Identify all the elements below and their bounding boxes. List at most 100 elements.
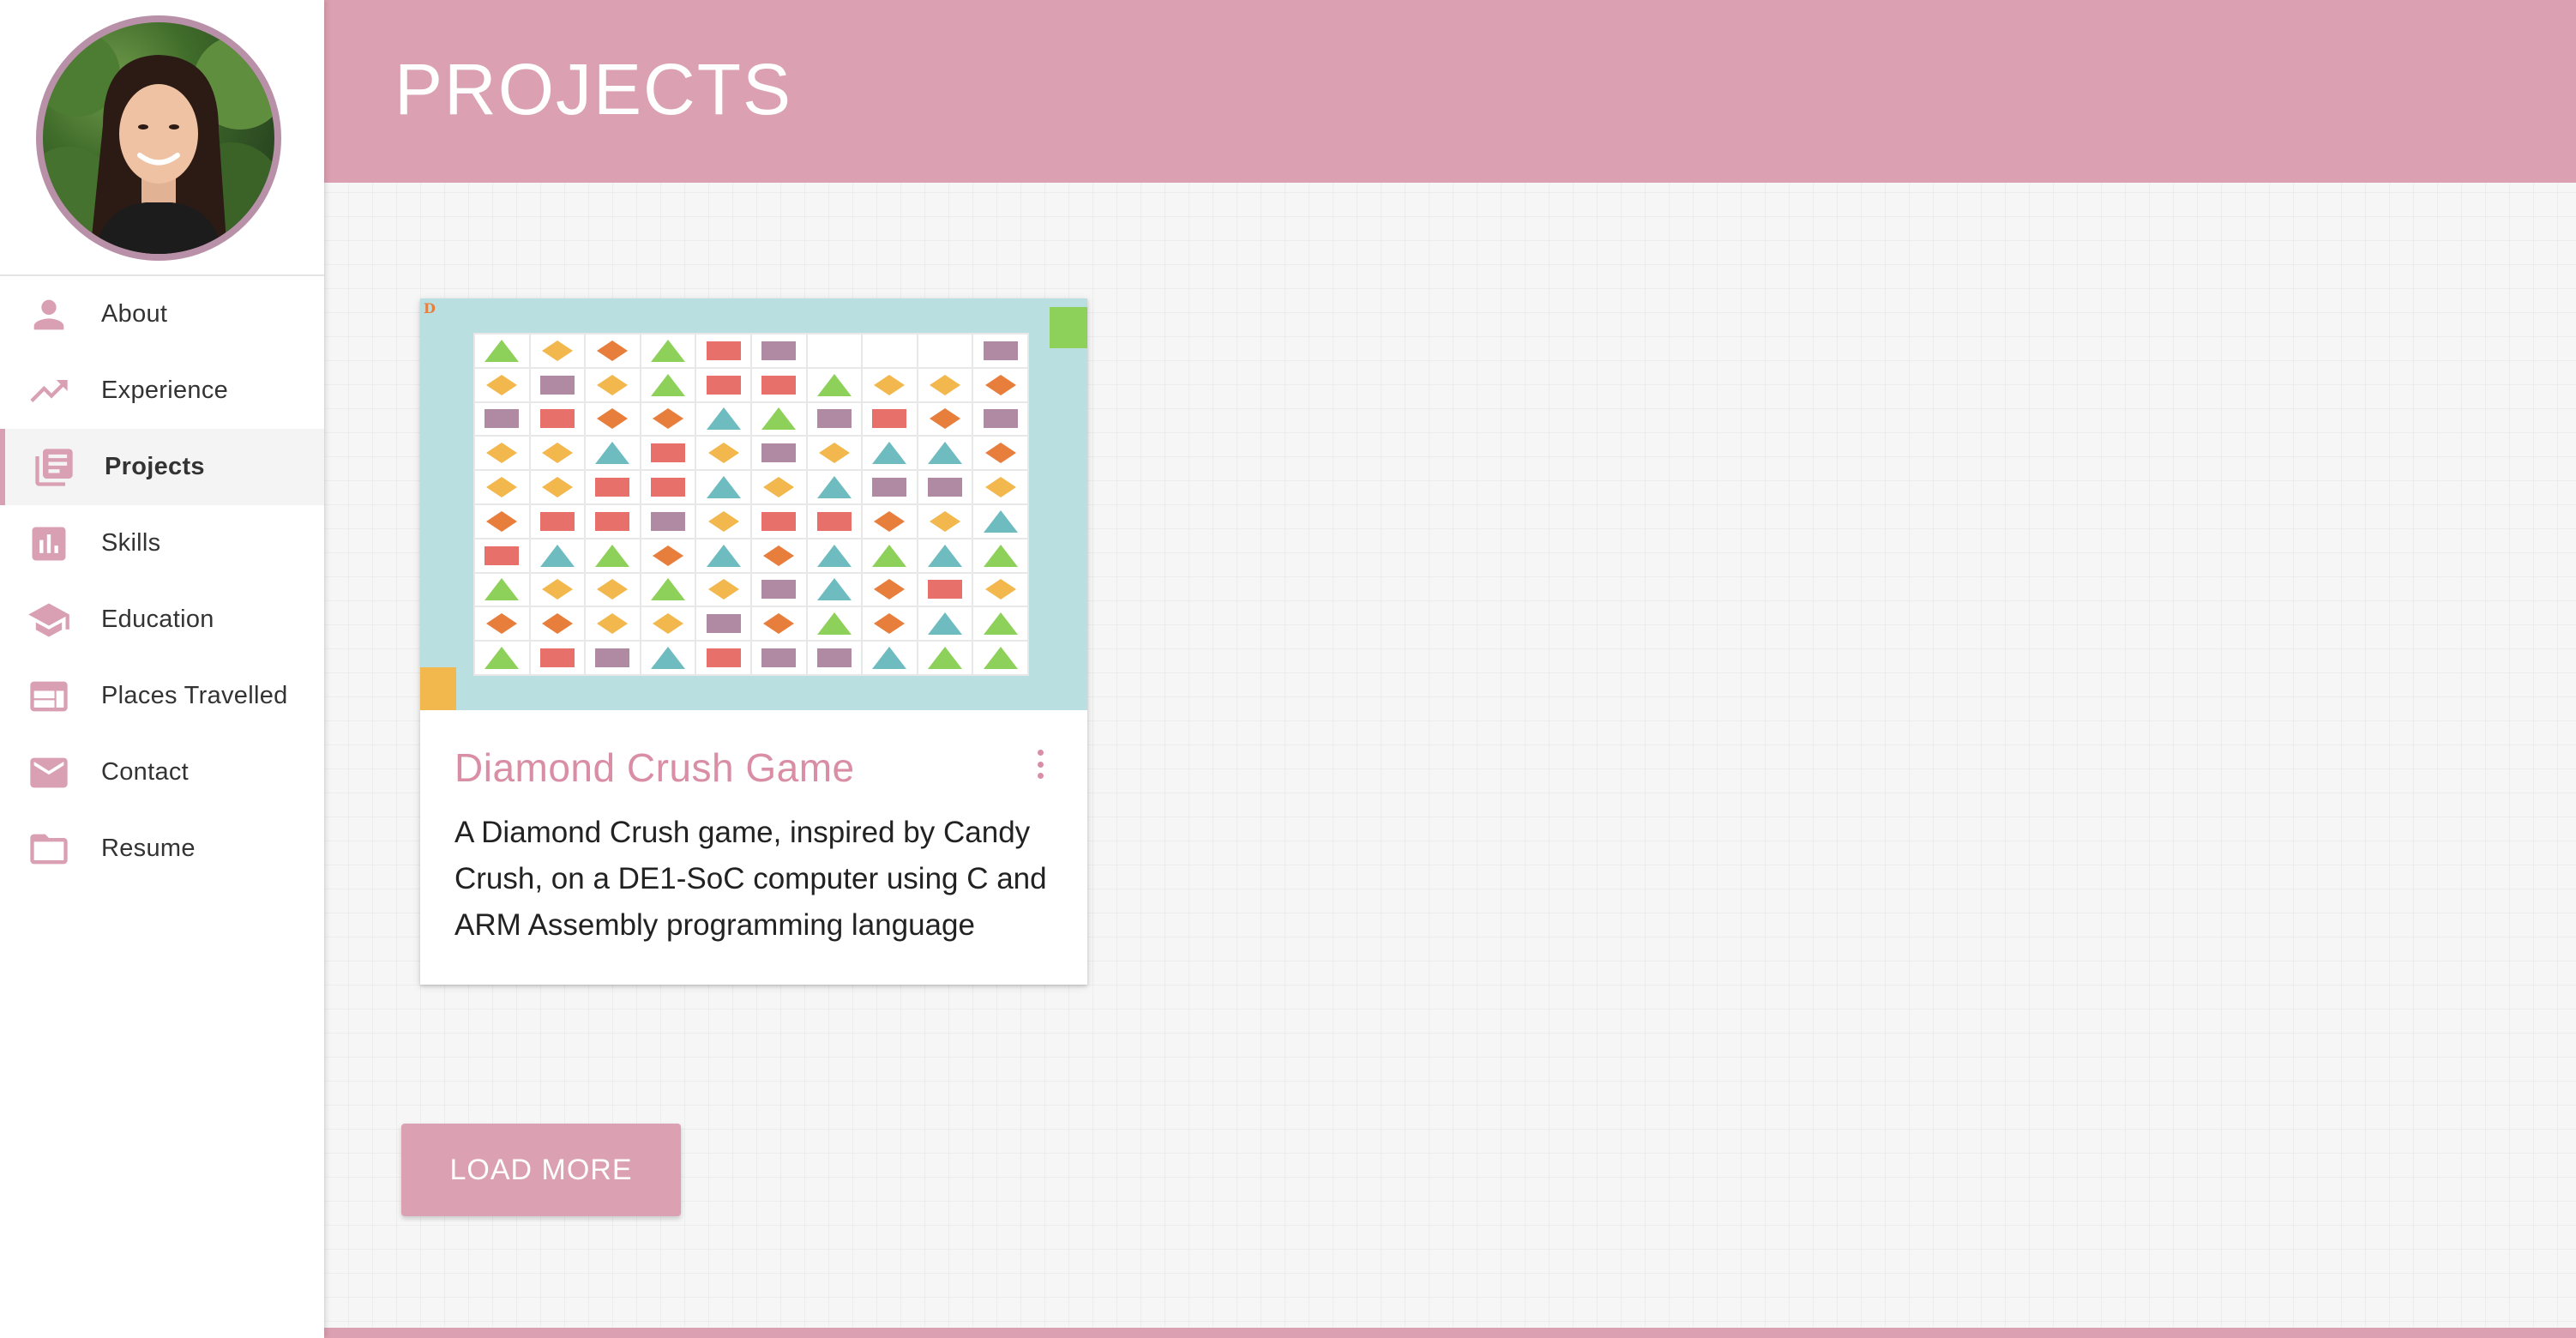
triangle-gem-icon	[928, 442, 963, 465]
diamond-gem-icon	[541, 340, 573, 361]
sidebar-nav: About Experience Projects Skills Educati…	[0, 276, 324, 887]
square-gem-icon	[651, 511, 686, 531]
triangle-gem-icon	[706, 544, 741, 567]
diamond-gem-icon	[763, 545, 795, 566]
board-cell	[863, 437, 917, 470]
sidebar: About Experience Projects Skills Educati…	[0, 0, 324, 1338]
square-gem-icon	[651, 443, 686, 463]
diamond-gem-icon	[874, 613, 906, 635]
triangle-gem-icon	[928, 612, 963, 636]
square-gem-icon	[983, 409, 1018, 429]
diamond-gem-icon	[818, 443, 850, 464]
board-cell	[863, 334, 917, 367]
triangle-gem-icon	[983, 647, 1018, 670]
sidebar-item-label: Resume	[101, 835, 196, 862]
more-vert-icon[interactable]	[1036, 750, 1044, 779]
board-cell	[530, 334, 585, 367]
image-corner-letter: D	[424, 300, 436, 316]
triangle-gem-icon	[816, 578, 852, 601]
board-cell	[973, 402, 1027, 436]
square-gem-icon	[761, 443, 797, 463]
board-cell	[918, 504, 972, 538]
square-gem-icon	[761, 648, 797, 668]
project-image[interactable]: D	[420, 298, 1087, 710]
diamond-gem-icon	[597, 374, 629, 395]
board-cell	[807, 539, 862, 572]
square-gem-icon	[928, 580, 963, 600]
footer-bar	[324, 1328, 2576, 1338]
project-card[interactable]: D Diamond Crush Game A Diamond Crush gam…	[420, 298, 1087, 985]
square-gem-icon	[761, 580, 797, 600]
board-cell	[863, 607, 917, 641]
board-cell	[918, 607, 972, 641]
board-cell	[696, 539, 750, 572]
sidebar-item-label: Education	[101, 606, 214, 633]
board-cell	[530, 437, 585, 470]
sidebar-item-resume[interactable]: Resume	[0, 811, 324, 887]
sidebar-item-places-travelled[interactable]: Places Travelled	[0, 658, 324, 734]
diamond-gem-icon	[653, 613, 684, 635]
triangle-gem-icon	[816, 476, 852, 499]
board-cell	[641, 642, 695, 674]
board-cell	[863, 504, 917, 538]
game-board	[473, 333, 1029, 676]
page-title: PROJECTS	[394, 49, 793, 130]
sidebar-item-label: Places Travelled	[101, 682, 288, 709]
board-cell	[530, 607, 585, 641]
board-cell	[751, 642, 806, 674]
diamond-gem-icon	[763, 613, 795, 635]
board-cell	[586, 368, 640, 401]
triangle-gem-icon	[872, 544, 907, 567]
sidebar-item-education[interactable]: Education	[0, 582, 324, 658]
diamond-gem-icon	[486, 374, 518, 395]
board-cell	[475, 642, 529, 674]
board-cell	[751, 334, 806, 367]
diamond-gem-icon	[707, 443, 739, 464]
board-cell	[751, 471, 806, 503]
square-gem-icon	[595, 511, 630, 531]
library-books-icon	[31, 444, 77, 491]
board-cell	[530, 471, 585, 503]
sidebar-item-experience[interactable]: Experience	[0, 353, 324, 429]
square-gem-icon	[928, 478, 963, 497]
diamond-gem-icon	[984, 477, 1016, 498]
board-cell	[530, 642, 585, 674]
board-cell	[586, 471, 640, 503]
square-gem-icon	[485, 545, 520, 565]
board-cell	[586, 573, 640, 606]
board-cell	[918, 573, 972, 606]
triangle-gem-icon	[651, 339, 686, 362]
load-more-button[interactable]: LOAD MORE	[401, 1124, 681, 1216]
board-cell	[586, 402, 640, 436]
board-cell	[641, 504, 695, 538]
triangle-gem-icon	[651, 647, 686, 670]
square-gem-icon	[816, 511, 852, 531]
board-cell	[807, 368, 862, 401]
board-cell	[696, 504, 750, 538]
board-cell	[475, 573, 529, 606]
board-cell	[586, 504, 640, 538]
square-gem-icon	[539, 375, 575, 395]
board-cell	[973, 607, 1027, 641]
board-cell	[973, 573, 1027, 606]
square-gem-icon	[706, 648, 741, 668]
square-gem-icon	[539, 511, 575, 531]
sidebar-item-skills[interactable]: Skills	[0, 505, 324, 582]
board-cell	[696, 437, 750, 470]
board-cell	[475, 504, 529, 538]
board-cell	[696, 642, 750, 674]
square-gem-icon	[706, 375, 741, 395]
board-cell	[918, 471, 972, 503]
diamond-gem-icon	[486, 613, 518, 635]
board-cell	[586, 607, 640, 641]
project-title[interactable]: Diamond Crush Game	[454, 744, 1053, 791]
sidebar-item-about[interactable]: About	[0, 276, 324, 353]
board-cell	[973, 504, 1027, 538]
triangle-gem-icon	[485, 578, 520, 601]
square-gem-icon	[816, 409, 852, 429]
person-icon	[26, 292, 72, 338]
triangle-gem-icon	[485, 339, 520, 362]
sidebar-item-projects[interactable]: Projects	[0, 429, 324, 505]
diamond-gem-icon	[984, 374, 1016, 395]
sidebar-item-contact[interactable]: Contact	[0, 734, 324, 811]
